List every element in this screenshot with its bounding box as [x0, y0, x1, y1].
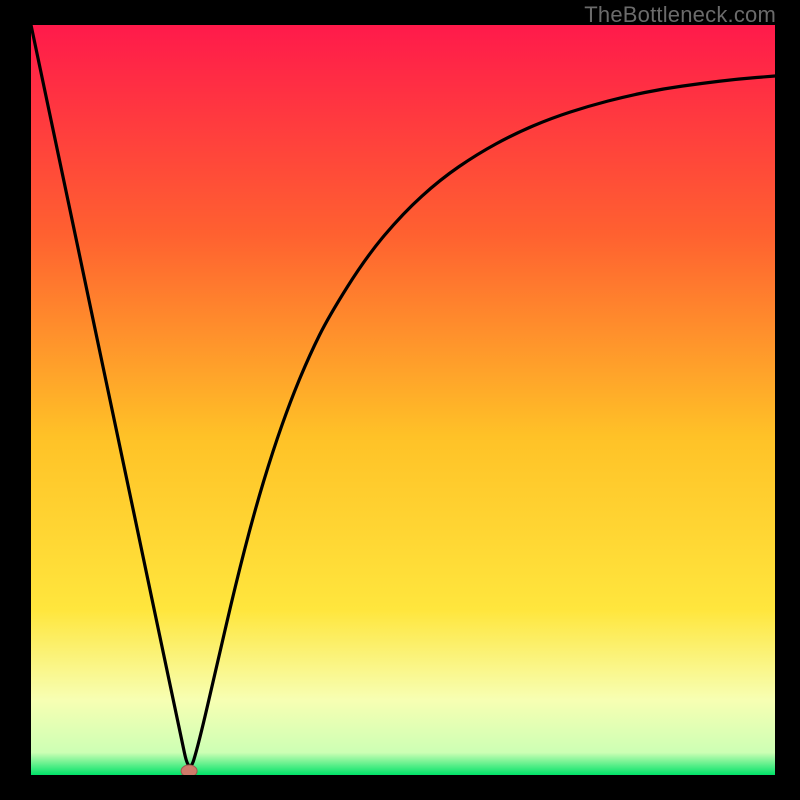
gradient-background — [31, 25, 775, 775]
minimum-marker — [181, 765, 197, 775]
bottleneck-chart — [31, 25, 775, 775]
chart-frame — [31, 25, 775, 775]
